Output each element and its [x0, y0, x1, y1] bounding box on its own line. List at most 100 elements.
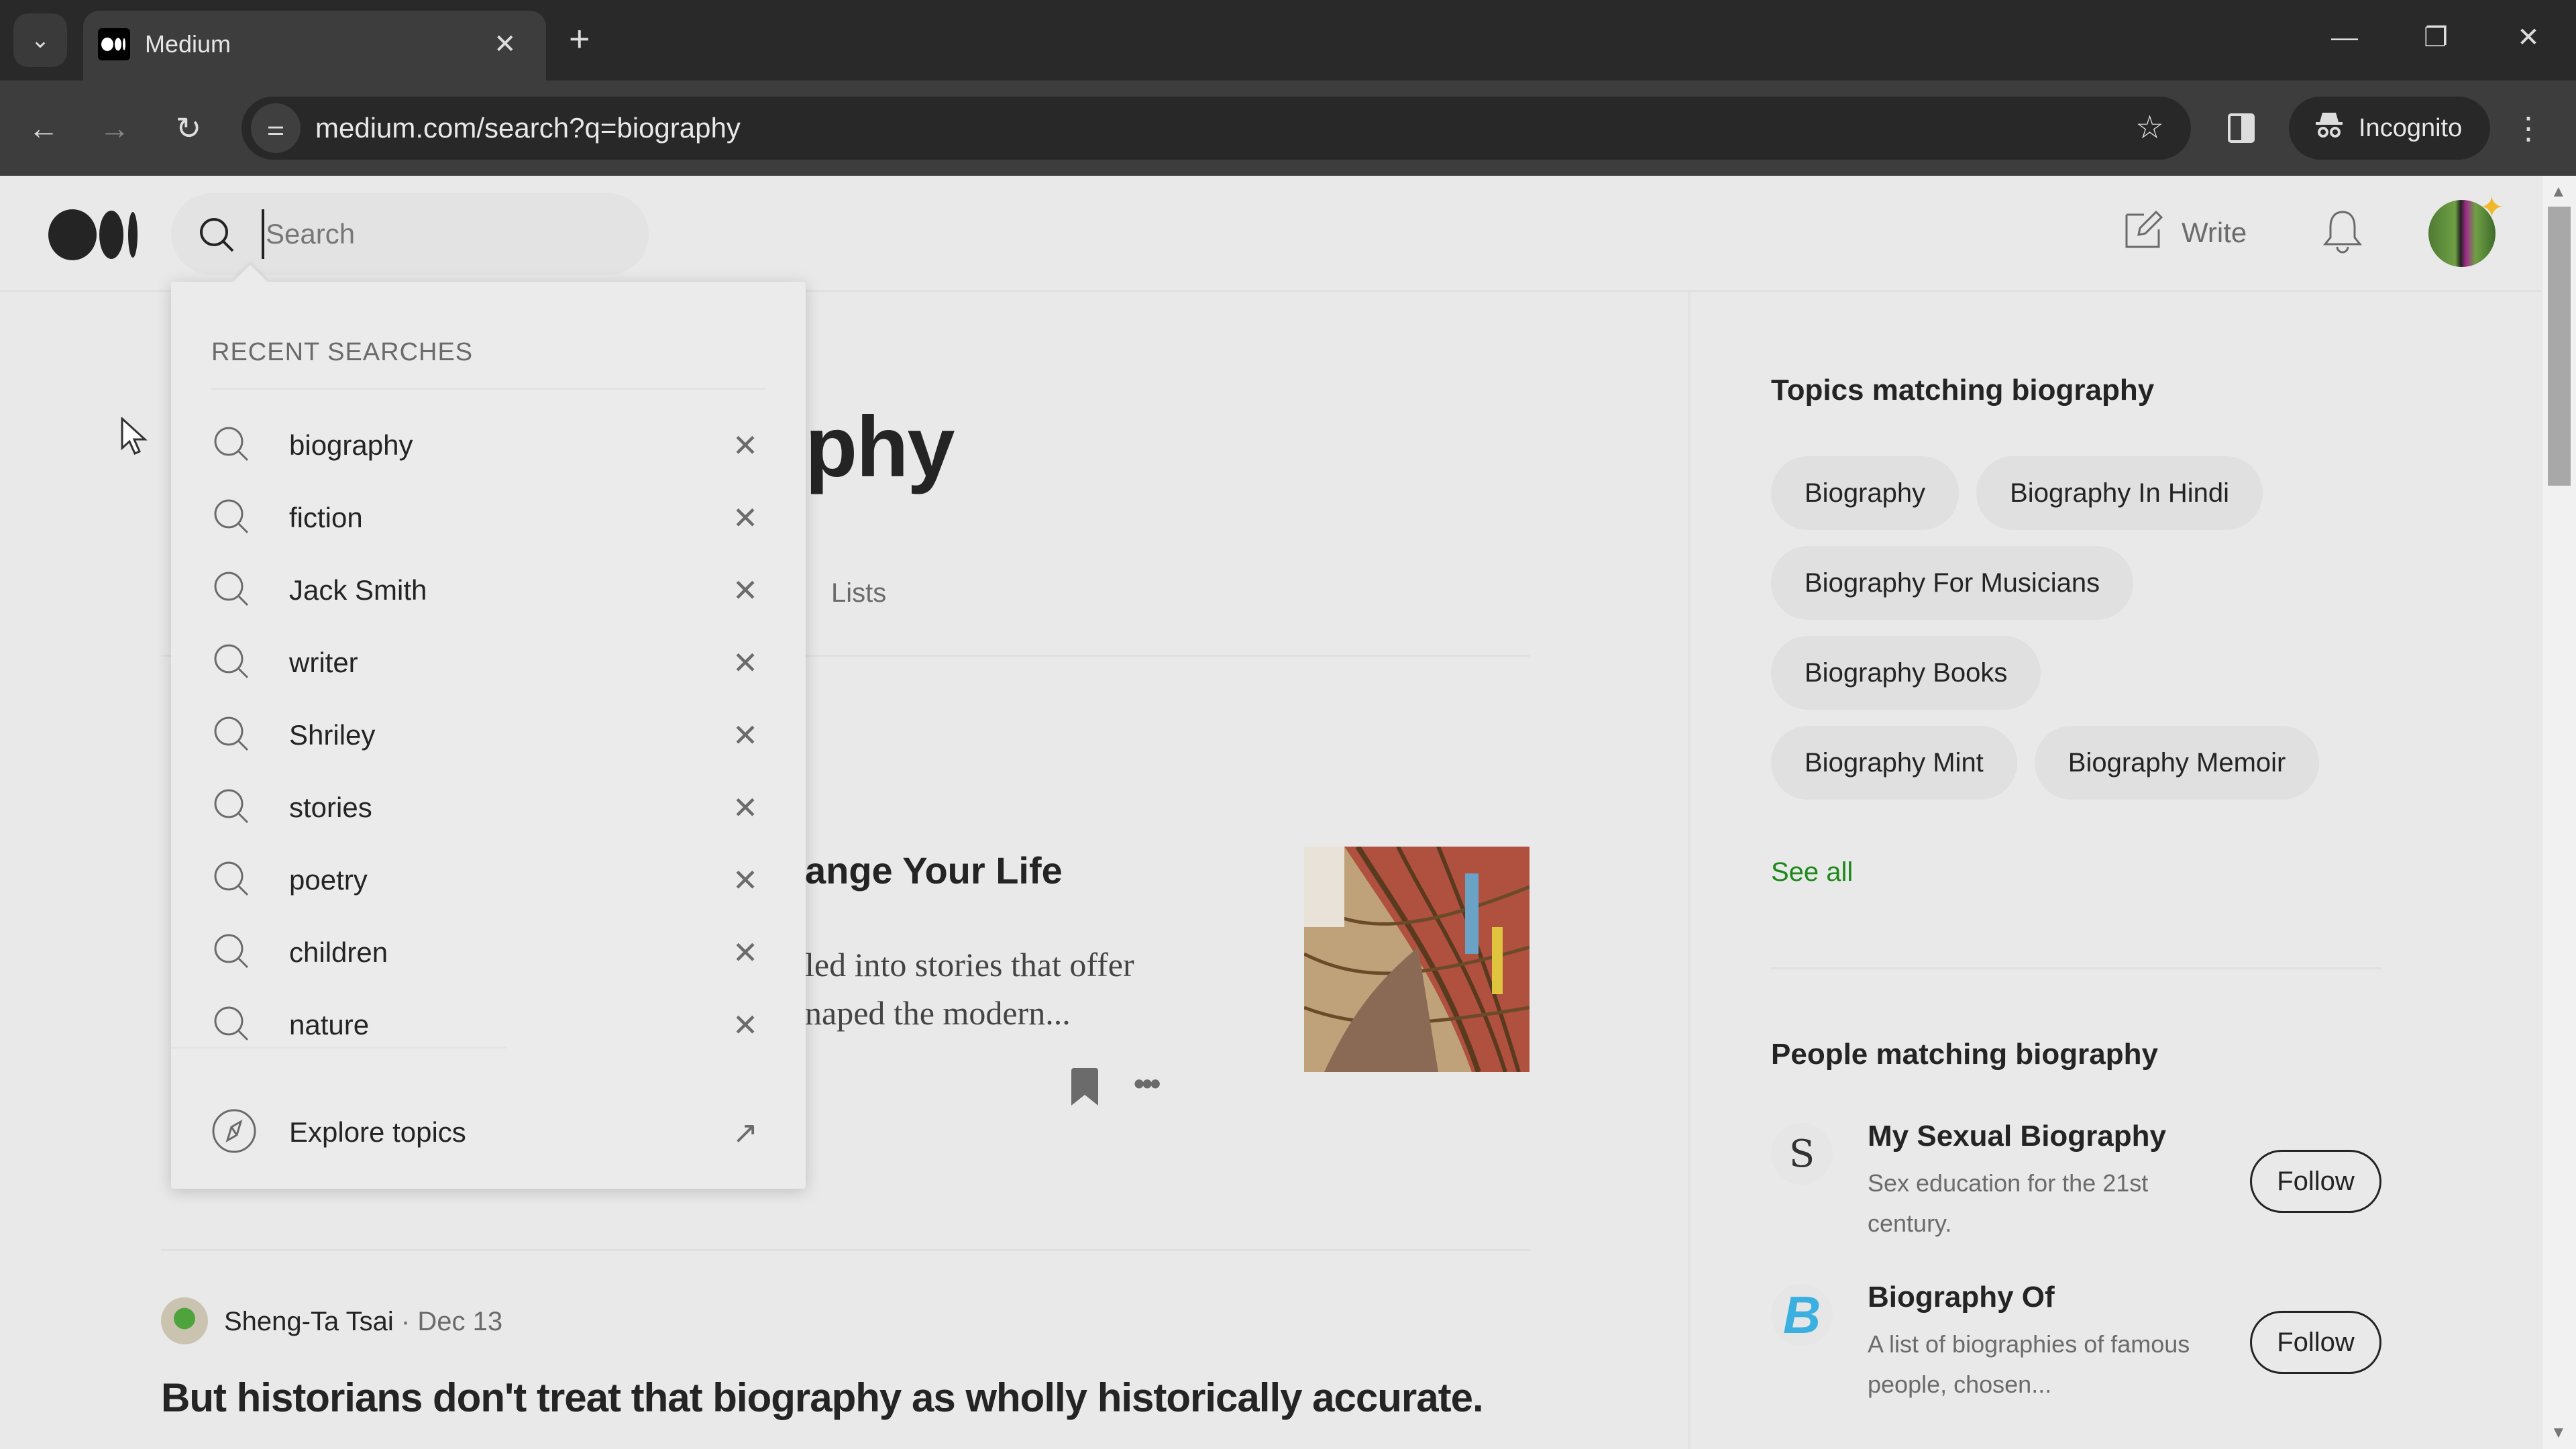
author-avatar[interactable] [161, 1297, 208, 1344]
see-all-link[interactable]: See all [1771, 857, 1853, 888]
snippet-line: led into stories that offer [805, 946, 1134, 983]
person-avatar[interactable]: B [1771, 1284, 1833, 1346]
search-box[interactable] [171, 193, 649, 275]
browser-tab[interactable]: Medium ✕ [83, 11, 546, 80]
article-title[interactable]: ange Your Life [805, 847, 1063, 895]
back-button[interactable]: ← [21, 106, 66, 150]
kebab-menu-icon[interactable]: ⋮ [2513, 106, 2544, 150]
article-title[interactable]: But historians don't treat that biograph… [161, 1370, 1484, 1426]
tab-lists[interactable]: Lists [831, 578, 886, 608]
letter-b-logo-icon: B [1782, 1285, 1821, 1344]
explore-topics-label: Explore topics [289, 1116, 466, 1148]
recent-search-label: writer [289, 647, 358, 678]
arrow-left-icon: ← [28, 111, 59, 146]
search-input[interactable] [262, 209, 624, 259]
chevron-down-icon: ⌄ [30, 28, 50, 53]
reload-button[interactable]: ↻ [166, 106, 211, 150]
page-scrollbar[interactable]: ▲ ▼ [2542, 176, 2576, 1449]
search-icon [198, 216, 235, 257]
topic-chip[interactable]: Biography Mint [1771, 726, 2017, 800]
new-tab-button[interactable]: + [569, 19, 590, 59]
forward-button[interactable]: → [93, 106, 137, 150]
incognito-badge[interactable]: Incognito [2289, 97, 2490, 160]
recent-search-item[interactable]: stories ✕ [211, 775, 765, 840]
follow-button[interactable]: Follow [2250, 1150, 2381, 1213]
recent-search-label: poetry [289, 864, 368, 896]
medium-page: Write ✦ phy Lists ange Your Life led int… [0, 176, 2542, 1449]
article-meta: Sheng-Ta Tsai · Dec 13 [224, 1303, 502, 1340]
browser-toolbar: ← → ↻ ⚌ medium.com/search?q=biography ☆ … [0, 80, 2576, 176]
close-icon[interactable]: ✕ [494, 25, 517, 63]
topic-chip[interactable]: Biography Books [1771, 636, 2041, 710]
tab-title: Medium [145, 30, 231, 58]
scroll-down-arrow-icon[interactable]: ▼ [2551, 1424, 2567, 1442]
topic-chip[interactable]: Biography [1771, 456, 1960, 530]
scroll-up-arrow-icon[interactable]: ▲ [2551, 182, 2567, 201]
remove-search-icon[interactable]: ✕ [725, 790, 765, 826]
topic-chip[interactable]: Biography For Musicians [1771, 546, 2134, 620]
side-panel-icon[interactable] [2224, 106, 2258, 150]
url-text[interactable]: medium.com/search?q=biography [315, 97, 741, 160]
compass-icon [211, 1108, 257, 1157]
recent-searches-heading: RECENT SEARCHES [211, 338, 474, 366]
article-snippet: led into stories that offer naped the mo… [805, 941, 1134, 1037]
article-date: Dec 13 [417, 1307, 503, 1336]
article-thumbnail[interactable] [1304, 847, 1529, 1072]
write-icon [2124, 209, 2164, 256]
remove-search-icon[interactable]: ✕ [725, 645, 765, 681]
more-options-icon[interactable]: ••• [1134, 1065, 1161, 1102]
recent-search-item[interactable]: fiction ✕ [211, 486, 765, 550]
search-icon [211, 714, 252, 757]
medium-favicon-icon [98, 28, 130, 60]
search-icon [211, 931, 252, 975]
remove-search-icon[interactable]: ✕ [725, 427, 765, 464]
sidebar-divider [1771, 967, 2381, 969]
recent-search-label: nature [289, 1009, 370, 1040]
reload-icon: ↻ [175, 111, 202, 146]
incognito-icon [2314, 110, 2344, 146]
remove-search-icon[interactable]: ✕ [725, 862, 765, 898]
remove-search-icon[interactable]: ✕ [725, 717, 765, 753]
bell-icon[interactable] [2321, 208, 2364, 260]
person-name[interactable]: Biography Of [1868, 1277, 2055, 1318]
person-avatar[interactable]: S [1771, 1123, 1833, 1185]
recent-search-item[interactable]: Jack Smith ✕ [211, 558, 765, 623]
topic-chips: Biography Biography In Hindi Biography F… [1771, 456, 2381, 800]
recent-search-item[interactable]: Shriley ✕ [211, 703, 765, 767]
write-label: Write [2182, 217, 2247, 248]
scrollbar-thumb[interactable] [2548, 207, 2571, 486]
author-name[interactable]: Sheng-Ta Tsai [224, 1307, 394, 1336]
mouse-cursor-icon [121, 416, 148, 458]
recent-search-item[interactable]: children ✕ [211, 920, 765, 985]
browser-tab-bar: ⌄ Medium ✕ + — ❐ ✕ [0, 0, 2576, 80]
swirl-logo-icon: S [1788, 1132, 1815, 1176]
write-button[interactable]: Write [2124, 209, 2247, 256]
star-icon[interactable]: ☆ [2135, 97, 2164, 160]
recent-search-item[interactable]: poetry ✕ [211, 848, 765, 912]
results-title-text: phy [805, 399, 955, 495]
recent-search-label: children [289, 936, 388, 968]
remove-search-icon[interactable]: ✕ [725, 1007, 765, 1043]
bookmark-icon[interactable] [1070, 1068, 1099, 1109]
explore-topics-link[interactable]: Explore topics ↗ [211, 1100, 765, 1165]
recent-search-item[interactable]: biography ✕ [211, 413, 765, 478]
remove-search-icon[interactable]: ✕ [725, 934, 765, 971]
topic-chip[interactable]: Biography Memoir [2034, 726, 2320, 800]
close-window-icon[interactable]: ✕ [2505, 17, 2552, 58]
medium-logo-icon[interactable] [47, 208, 141, 262]
site-info-icon[interactable]: ⚌ [251, 103, 301, 153]
address-bar[interactable]: ⚌ medium.com/search?q=biography ☆ [241, 97, 2191, 160]
remove-search-icon[interactable]: ✕ [725, 500, 765, 536]
search-icon [211, 786, 252, 830]
remove-search-icon[interactable]: ✕ [725, 572, 765, 608]
minimize-icon[interactable]: — [2321, 17, 2368, 58]
column-divider [1688, 292, 1690, 1449]
person-name[interactable]: My Sexual Biography [1868, 1116, 2166, 1157]
follow-button[interactable]: Follow [2250, 1311, 2381, 1374]
recent-search-label: biography [289, 429, 413, 461]
recent-search-item[interactable]: writer ✕ [211, 631, 765, 695]
topic-chip[interactable]: Biography In Hindi [1976, 456, 2263, 530]
tab-list-button[interactable]: ⌄ [13, 13, 67, 67]
restore-icon[interactable]: ❐ [2412, 17, 2459, 58]
search-icon [211, 424, 252, 468]
